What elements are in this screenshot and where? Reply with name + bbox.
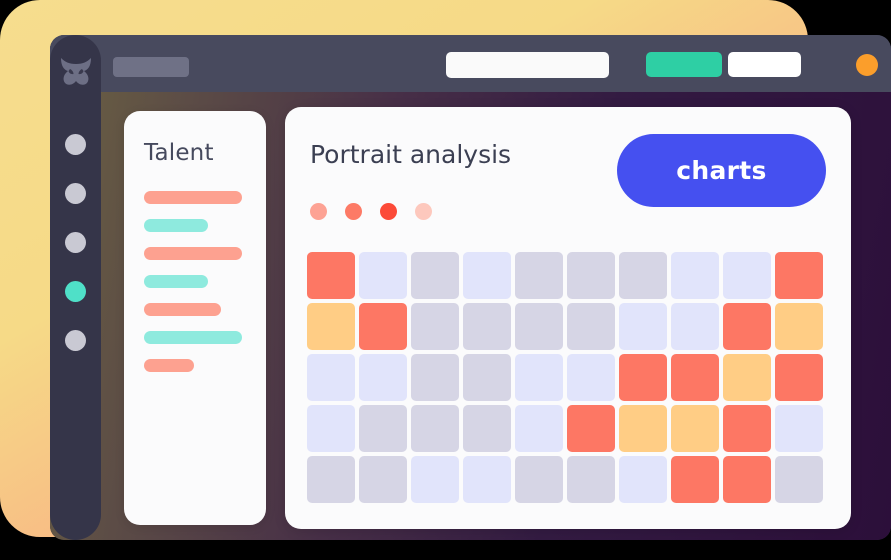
legend-dot (310, 203, 327, 220)
heatmap-cell[interactable] (359, 303, 407, 350)
heatmap-cell[interactable] (411, 354, 459, 401)
topbar-primary-button[interactable] (646, 52, 722, 77)
heatmap-cell[interactable] (463, 456, 511, 503)
heatmap-cell[interactable] (307, 252, 355, 299)
heatmap-cell[interactable] (723, 303, 771, 350)
heatmap-cell[interactable] (723, 405, 771, 452)
heatmap-cell[interactable] (567, 354, 615, 401)
heatmap-cell[interactable] (567, 405, 615, 452)
talent-bar (144, 219, 208, 232)
heatmap-cell[interactable] (723, 354, 771, 401)
topbar-secondary-button[interactable] (728, 52, 801, 77)
heatmap-cell[interactable] (515, 303, 563, 350)
heatmap-cell[interactable] (775, 405, 823, 452)
sidebar-item-1[interactable] (65, 134, 86, 155)
talent-bar (144, 247, 242, 260)
talent-bar (144, 359, 194, 372)
heatmap-cell[interactable] (775, 252, 823, 299)
sidebar-nav-dots (65, 134, 86, 351)
heatmap-cell[interactable] (359, 405, 407, 452)
heatmap-cell[interactable] (515, 354, 563, 401)
heatmap-cell[interactable] (359, 252, 407, 299)
talent-bar (144, 303, 221, 316)
talent-card: Talent (124, 111, 266, 525)
heatmap-cell[interactable] (463, 354, 511, 401)
heatmap-cell[interactable] (671, 405, 719, 452)
sidebar-item-4-active[interactable] (65, 281, 86, 302)
heatmap-cell[interactable] (307, 456, 355, 503)
legend (310, 203, 432, 220)
owl-logo-icon (58, 54, 94, 90)
heatmap-cell[interactable] (671, 456, 719, 503)
heatmap-cell[interactable] (411, 456, 459, 503)
portrait-analysis-card: Portrait analysis charts (285, 107, 851, 529)
screenshot-root: Talent Portrait analysis charts (0, 0, 891, 560)
heatmap-cell[interactable] (463, 252, 511, 299)
page-title: Portrait analysis (310, 140, 512, 169)
heatmap-cell[interactable] (307, 354, 355, 401)
talent-card-title: Talent (144, 140, 214, 166)
sidebar-item-3[interactable] (65, 232, 86, 253)
heatmap-cell[interactable] (775, 354, 823, 401)
topbar-tab[interactable] (113, 57, 189, 77)
legend-dot (345, 203, 362, 220)
heatmap-cell[interactable] (723, 252, 771, 299)
search-input[interactable] (446, 52, 609, 78)
heatmap-cell[interactable] (619, 456, 667, 503)
charts-button[interactable]: charts (617, 134, 826, 207)
heatmap-cell[interactable] (411, 405, 459, 452)
heatmap-cell[interactable] (515, 456, 563, 503)
heatmap-cell[interactable] (359, 354, 407, 401)
heatmap-cell[interactable] (411, 252, 459, 299)
heatmap-cell[interactable] (619, 303, 667, 350)
heatmap-cell[interactable] (775, 456, 823, 503)
heatmap-cell[interactable] (671, 354, 719, 401)
heatmap-cell[interactable] (307, 303, 355, 350)
heatmap-cell[interactable] (619, 405, 667, 452)
heatmap-cell[interactable] (567, 456, 615, 503)
avatar[interactable] (856, 54, 878, 76)
talent-bar-list (124, 191, 266, 372)
heatmap-cell[interactable] (359, 456, 407, 503)
sidebar-item-5[interactable] (65, 330, 86, 351)
legend-dot (415, 203, 432, 220)
heatmap-cell[interactable] (463, 405, 511, 452)
heatmap-cell[interactable] (567, 303, 615, 350)
heatmap-cell[interactable] (671, 303, 719, 350)
heatmap-cell[interactable] (619, 252, 667, 299)
talent-bar (144, 331, 242, 344)
heatmap-cell[interactable] (307, 405, 355, 452)
talent-bar (144, 191, 242, 204)
heatmap-cell[interactable] (463, 303, 511, 350)
heatmap-cell[interactable] (671, 252, 719, 299)
heatmap-cell[interactable] (567, 252, 615, 299)
heatmap-cell[interactable] (515, 405, 563, 452)
window-topbar (50, 35, 891, 92)
heatmap-cell[interactable] (619, 354, 667, 401)
heatmap-cell[interactable] (411, 303, 459, 350)
legend-dot (380, 203, 397, 220)
heatmap-cell[interactable] (775, 303, 823, 350)
sidebar (50, 35, 101, 540)
heatmap-grid (307, 252, 823, 503)
sidebar-item-2[interactable] (65, 183, 86, 204)
heatmap-cell[interactable] (723, 456, 771, 503)
talent-bar (144, 275, 208, 288)
heatmap-cell[interactable] (515, 252, 563, 299)
